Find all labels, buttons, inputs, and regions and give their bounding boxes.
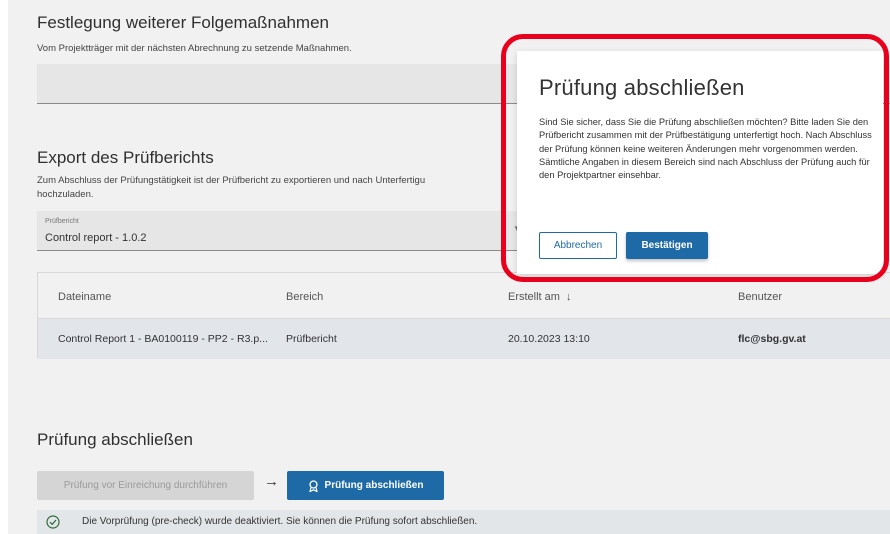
export-description-line2: hochzuladen. — [37, 189, 94, 200]
report-select-label: Prüfbericht — [45, 218, 79, 225]
column-header-filename[interactable]: Dateiname — [58, 291, 111, 303]
precheck-info-bar: Die Vorprüfung (pre-check) wurde deaktiv… — [37, 510, 890, 534]
followup-subtitle: Vom Projektträger mit der nächsten Abrec… — [37, 43, 352, 54]
arrow-right-icon: → — [264, 473, 279, 490]
column-header-created[interactable]: Erstellt am ↓ — [508, 291, 572, 303]
highlight-frame — [501, 34, 889, 282]
finish-review-button-label: Prüfung abschließen — [324, 480, 424, 491]
cell-filename[interactable]: Control Report 1 - BA0100119 - PP2 - R3.… — [58, 333, 268, 345]
cell-area: Prüfbericht — [286, 333, 337, 345]
report-select-value: Control report - 1.0.2 — [45, 232, 147, 244]
report-select[interactable]: Prüfbericht Control report - 1.0.2 ▼ — [37, 211, 527, 251]
award-icon — [308, 479, 318, 492]
finish-title: Prüfung abschließen — [37, 430, 193, 449]
followup-title: Festlegung weiterer Folgemaßnahmen — [37, 13, 329, 32]
sort-down-icon: ↓ — [566, 291, 572, 303]
column-header-created-label: Erstellt am — [508, 291, 560, 303]
column-header-user[interactable]: Benutzer — [738, 291, 782, 303]
precheck-info-text: Die Vorprüfung (pre-check) wurde deaktiv… — [82, 516, 478, 527]
finish-review-button[interactable]: Prüfung abschließen — [287, 471, 444, 500]
check-circle-icon — [46, 515, 60, 529]
export-description-line1: Zum Abschluss der Prüfungstätigkeit ist … — [37, 175, 426, 186]
cell-created: 20.10.2023 13:10 — [508, 333, 590, 345]
files-table: Dateiname Bereich Erstellt am ↓ Benutzer… — [37, 272, 890, 359]
table-row[interactable]: Control Report 1 - BA0100119 - PP2 - R3.… — [38, 319, 890, 359]
precheck-button[interactable]: Prüfung vor Einreichung durchführen — [37, 471, 254, 500]
cell-user: flc@sbg.gv.at — [738, 333, 806, 345]
column-header-area[interactable]: Bereich — [286, 291, 323, 303]
export-title: Export des Prüfberichts — [37, 148, 214, 167]
